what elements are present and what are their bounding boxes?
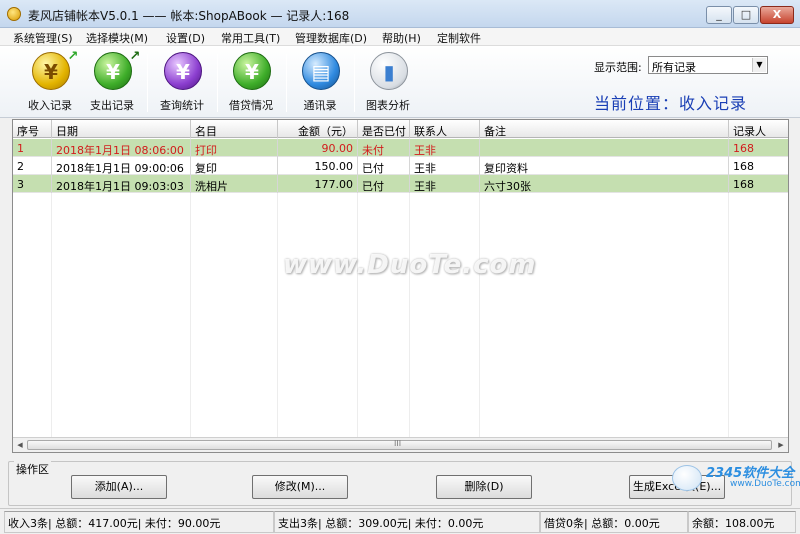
- cell-date: 2018年1月1日 09:03:03: [52, 175, 191, 193]
- current-location: 当前位置：收入记录: [594, 94, 748, 113]
- contacts-button[interactable]: ▤ 通讯录: [288, 50, 352, 114]
- menu-bar: 系统管理(S) 选择模块(M) 设置(D) 常用工具(T) 管理数据库(D) 帮…: [0, 28, 800, 46]
- cell-paid: 未付: [358, 139, 410, 157]
- query-stats-label: 查询统计: [160, 99, 204, 112]
- cell-date: 2018年1月1日 08:06:00: [52, 139, 191, 157]
- scroll-grip-icon: III: [394, 439, 402, 448]
- cell-amount: 177.00: [278, 175, 358, 193]
- add-button[interactable]: 添加(A)...: [71, 475, 167, 499]
- cell-index: 1: [13, 139, 52, 157]
- display-range-value: 所有记录: [652, 61, 696, 74]
- menu-database[interactable]: 管理数据库(D): [295, 30, 367, 46]
- logo-url: www.DuoTe.com: [730, 479, 800, 489]
- arrow-up-icon: ↗: [67, 49, 79, 64]
- status-bar: 收入3条| 总额：417.00元| 未付：90.00元 支出3条| 总额：309…: [0, 508, 800, 534]
- status-balance: 余额：108.00元: [688, 511, 796, 533]
- toolbar-separator: [354, 54, 355, 112]
- records-table[interactable]: 序号 日期 名目 金额（元） 是否已付 联系人 备注 记录人 1 2018年1月…: [12, 119, 789, 453]
- expense-record-button[interactable]: ¥ ↗ 支出记录: [80, 50, 144, 114]
- scroll-left-icon[interactable]: ◀: [14, 440, 26, 450]
- toolbar-separator: [217, 54, 218, 112]
- cell-item: 打印: [191, 139, 278, 157]
- scroll-right-icon[interactable]: ▶: [775, 440, 787, 450]
- table-header: 序号 日期 名目 金额（元） 是否已付 联系人 备注 记录人: [13, 120, 788, 138]
- col-header-contact[interactable]: 联系人: [410, 120, 480, 138]
- cell-recorder: 168: [729, 139, 788, 157]
- cell-recorder: 168: [729, 157, 788, 175]
- toolbar-separator: [286, 54, 287, 112]
- horizontal-scrollbar[interactable]: ◀ III ▶: [13, 437, 788, 452]
- loan-status-button[interactable]: ¥ 借贷情况: [219, 50, 283, 114]
- cell-index: 3: [13, 175, 52, 193]
- cell-note: 复印资料: [480, 157, 729, 175]
- minimize-button[interactable]: _: [706, 6, 732, 24]
- mascot-icon: [672, 465, 702, 491]
- income-record-label: 收入记录: [28, 99, 72, 112]
- chart-icon: ▮: [370, 52, 408, 90]
- expense-icon: ¥: [94, 52, 132, 90]
- expense-record-label: 支出记录: [90, 99, 134, 112]
- chart-analysis-label: 图表分析: [366, 99, 410, 112]
- table-row[interactable]: 2 2018年1月1日 09:00:06 复印 150.00 已付 王非 复印资…: [13, 157, 788, 175]
- query-stats-button[interactable]: ¥ 查询统计: [150, 50, 214, 114]
- close-button[interactable]: X: [760, 6, 794, 24]
- col-header-paid[interactable]: 是否已付: [358, 120, 410, 138]
- col-header-item[interactable]: 名目: [191, 120, 278, 138]
- watermark: www.DuoTe.com: [283, 250, 537, 280]
- col-header-note[interactable]: 备注: [480, 120, 729, 138]
- cell-amount: 150.00: [278, 157, 358, 175]
- col-header-date[interactable]: 日期: [52, 120, 191, 138]
- menu-settings[interactable]: 设置(D): [166, 30, 205, 46]
- status-loan: 借贷0条| 总额：0.00元: [540, 511, 688, 533]
- status-income: 收入3条| 总额：417.00元| 未付：90.00元: [4, 511, 274, 533]
- loan-status-label: 借贷情况: [229, 99, 273, 112]
- cell-contact: 王非: [410, 175, 480, 193]
- edit-button[interactable]: 修改(M)...: [252, 475, 348, 499]
- loan-icon: ¥: [233, 52, 271, 90]
- cell-item: 复印: [191, 157, 278, 175]
- cell-index: 2: [13, 157, 52, 175]
- cell-paid: 已付: [358, 157, 410, 175]
- cell-paid: 已付: [358, 175, 410, 193]
- menu-tools[interactable]: 常用工具(T): [221, 30, 280, 46]
- cell-note: [480, 139, 729, 157]
- toolbar-separator: [147, 54, 148, 112]
- scroll-thumb[interactable]: III: [27, 439, 772, 450]
- col-header-amount[interactable]: 金额（元）: [278, 120, 358, 138]
- menu-module[interactable]: 选择模块(M): [86, 30, 148, 46]
- table-row[interactable]: 1 2018年1月1日 08:06:00 打印 90.00 未付 王非 168: [13, 139, 788, 157]
- menu-help[interactable]: 帮助(H): [382, 30, 421, 46]
- maximize-button[interactable]: □: [733, 6, 759, 24]
- income-icon: ¥: [32, 52, 70, 90]
- menu-custom[interactable]: 定制软件: [437, 30, 481, 46]
- operation-area-label: 操作区: [14, 461, 51, 477]
- display-range-select[interactable]: 所有记录 ▼: [648, 56, 768, 74]
- display-range-label: 显示范围:: [594, 61, 642, 74]
- contacts-icon: ▤: [302, 52, 340, 90]
- search-stats-icon: ¥: [164, 52, 202, 90]
- income-record-button[interactable]: ¥ ↗ 收入记录: [18, 50, 82, 114]
- table-row[interactable]: 3 2018年1月1日 09:03:03 洗相片 177.00 已付 王非 六寸…: [13, 175, 788, 193]
- col-header-index[interactable]: 序号: [13, 120, 52, 138]
- col-header-recorder[interactable]: 记录人: [729, 120, 788, 138]
- title-bar[interactable]: 麦风店铺帐本V5.0.1 —— 帐本:ShopABook — 记录人:168 _…: [0, 0, 800, 28]
- arrow-out-icon: ↗: [129, 49, 141, 64]
- cell-item: 洗相片: [191, 175, 278, 193]
- cell-contact: 王非: [410, 157, 480, 175]
- menu-system[interactable]: 系统管理(S): [13, 30, 73, 46]
- site-logo: 2345软件大全 www.DuoTe.com: [668, 462, 800, 496]
- cell-date: 2018年1月1日 09:00:06: [52, 157, 191, 175]
- status-expense: 支出3条| 总额：309.00元| 未付：0.00元: [274, 511, 540, 533]
- app-icon: [7, 7, 21, 21]
- chart-analysis-button[interactable]: ▮ 图表分析: [356, 50, 420, 114]
- contacts-label: 通讯录: [303, 99, 337, 112]
- window-title: 麦风店铺帐本V5.0.1 —— 帐本:ShopABook — 记录人:168: [28, 9, 350, 23]
- cell-note: 六寸30张: [480, 175, 729, 193]
- cell-contact: 王非: [410, 139, 480, 157]
- cell-recorder: 168: [729, 175, 788, 193]
- cell-amount: 90.00: [278, 139, 358, 157]
- delete-button[interactable]: 删除(D): [436, 475, 532, 499]
- chevron-down-icon[interactable]: ▼: [752, 58, 766, 72]
